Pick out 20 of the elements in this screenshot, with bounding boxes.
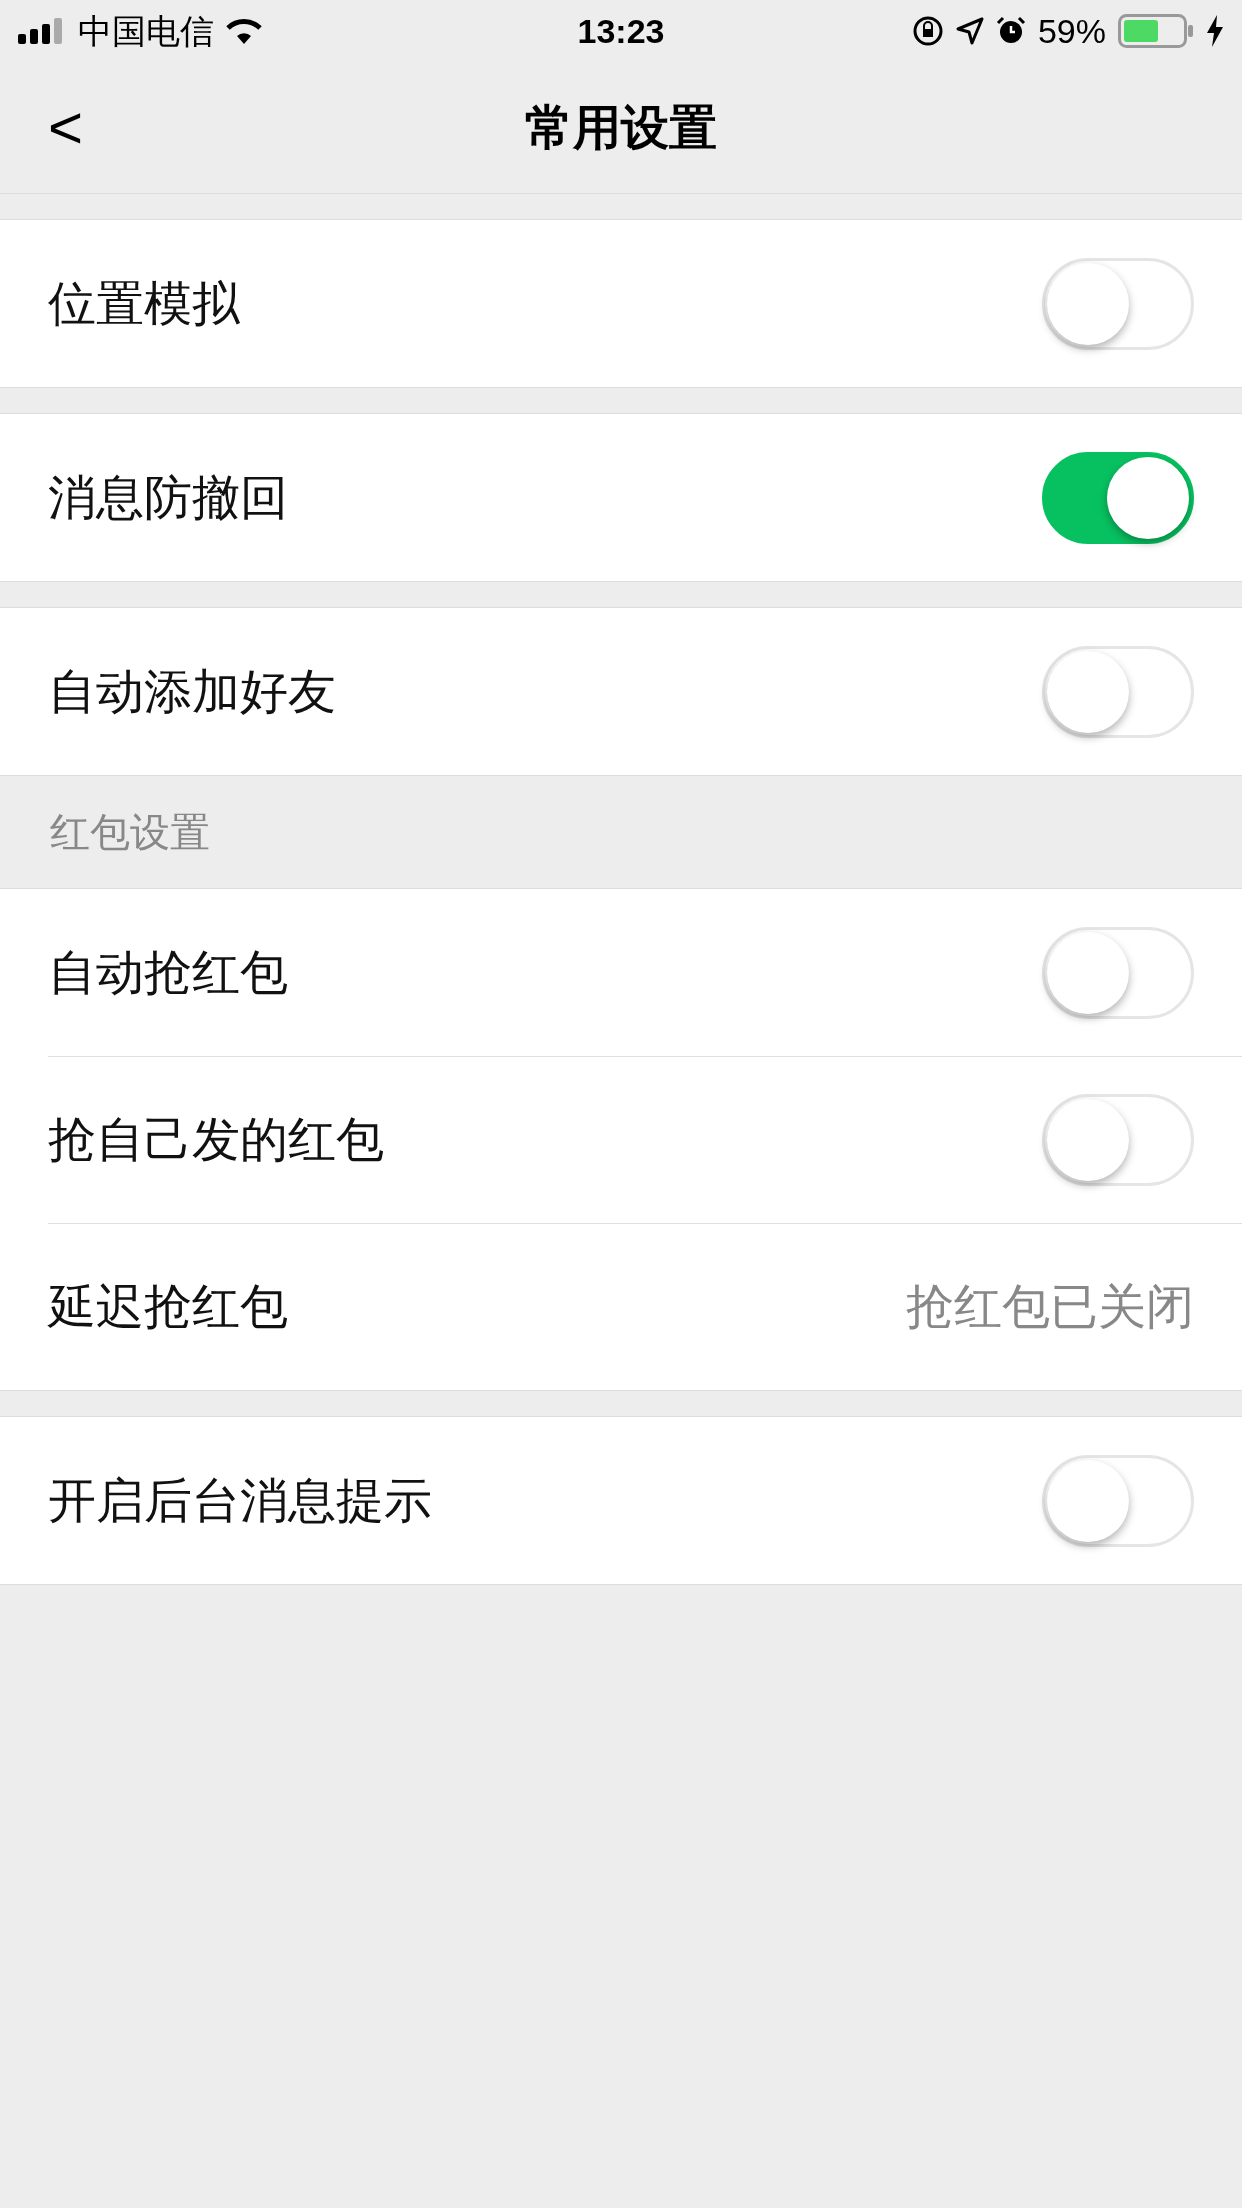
setting-label: 消息防撤回: [48, 469, 288, 526]
setting-label: 抢自己发的红包: [48, 1112, 384, 1168]
setting-value[interactable]: 抢红包已关闭: [906, 1271, 1194, 1343]
section-header: 红包设置: [50, 809, 210, 856]
setting-label: 延迟抢红包: [48, 1279, 288, 1335]
back-button[interactable]: <: [48, 97, 84, 158]
setting-label: 自动抢红包: [48, 944, 288, 1001]
charging-icon: [1206, 15, 1224, 47]
location-icon: [955, 17, 984, 45]
setting-label: 开启后台消息提示: [48, 1472, 432, 1529]
page-title: 常用设置: [525, 99, 717, 156]
status-time: 13:23: [576, 10, 666, 52]
wifi-icon: [224, 16, 264, 46]
carrier-name: 中国电信: [78, 10, 214, 52]
battery-icon: [1118, 14, 1194, 48]
alarm-icon: [995, 16, 1026, 46]
setting-label: 位置模拟: [48, 275, 240, 332]
rotation-lock-icon: [911, 15, 944, 47]
battery-percent: 59%: [1037, 10, 1106, 52]
setting-label: 自动添加好友: [48, 663, 336, 720]
